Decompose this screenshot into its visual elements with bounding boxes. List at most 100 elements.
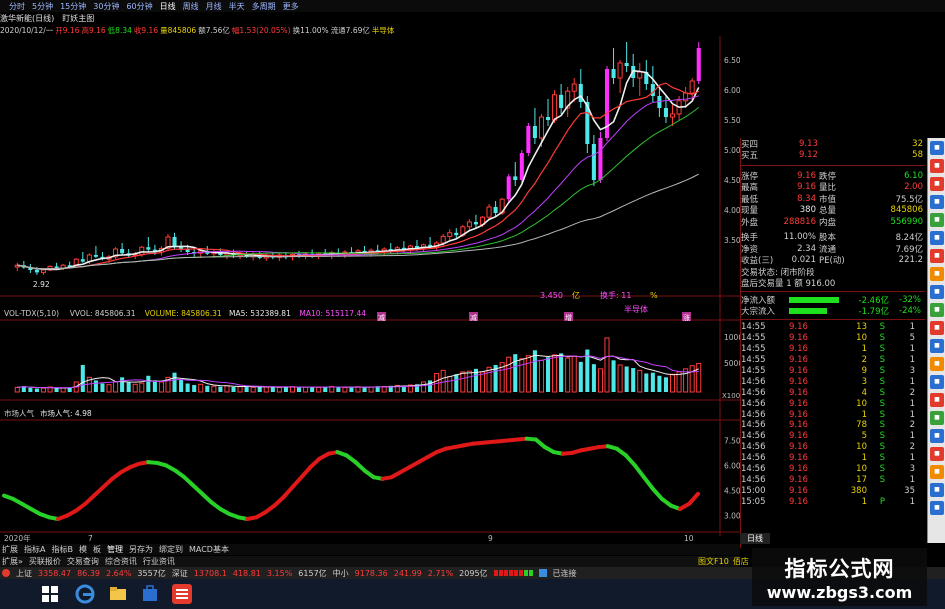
flow-row-1: 大宗流入 -1.79亿 -24% [741, 306, 925, 317]
trade-count: 2 [909, 442, 915, 453]
indicator-tab-5[interactable]: 管理 [107, 544, 123, 555]
export-icon[interactable]: ■ [930, 375, 944, 389]
indicator-tab-7[interactable]: 绑定到 [159, 544, 183, 555]
note-icon[interactable]: ■ [930, 465, 944, 479]
info-tab-0[interactable]: 扩展» [2, 556, 23, 567]
indicator-tab-0[interactable]: 扩展 [2, 544, 18, 555]
candle-body [669, 113, 676, 118]
volume-bar [368, 386, 374, 393]
info-tab-3[interactable]: 综合资讯 [105, 556, 137, 567]
search-icon[interactable]: ■ [930, 303, 944, 317]
info-field-4: 收9.16 [133, 26, 159, 35]
stat-label: 换手 [741, 233, 759, 244]
layers-icon[interactable]: ■ [930, 339, 944, 353]
sentiment-panel: 市场人气 市场人气: 4.98 [2, 408, 700, 521]
toolbar-item-9[interactable]: 半天 [229, 1, 245, 12]
list-icon[interactable]: ■ [930, 285, 944, 299]
volume-bar [276, 386, 282, 393]
more-icon[interactable]: ■ [930, 501, 944, 515]
watermark-url: www.zbgs3.com [766, 583, 913, 602]
ohlc-info-line: 2020/10/12/一 开9.16 高9.16 低8.34 收9.16 量845806 额… [0, 25, 740, 35]
trade-price: 9.16 [789, 453, 808, 464]
trade-dir: S [879, 387, 885, 398]
toolbar-item-8[interactable]: 月线 [206, 1, 222, 12]
volume-bar [14, 386, 20, 393]
toolbar-item-2[interactable]: 5分钟 [32, 1, 53, 12]
toolbar-item-3[interactable]: 15分钟 [60, 1, 86, 12]
sent-tick-0: 7.50 [724, 436, 740, 445]
window-icon[interactable]: ■ [930, 483, 944, 497]
candle-body [506, 176, 511, 200]
toolbar-item-7[interactable]: 周线 [183, 1, 199, 12]
divider [741, 291, 925, 292]
toolbar-item-4[interactable]: 30分钟 [93, 1, 119, 12]
trade-row-14: 14:56 9.16 17 S 1 [741, 474, 925, 485]
info-icon[interactable]: ■ [930, 447, 944, 461]
folder-icon[interactable] [108, 584, 128, 604]
star-icon[interactable]: ■ [930, 267, 944, 281]
flag-icon[interactable]: ■ [930, 249, 944, 263]
candle-body [689, 80, 695, 94]
settings-icon[interactable]: ■ [930, 393, 944, 407]
info-field-8: 换11.00% [292, 26, 329, 35]
volume-bar [192, 385, 197, 392]
stat-label-2: 总量 [819, 206, 837, 217]
volume-bar [349, 387, 354, 392]
grid-icon[interactable]: ■ [930, 195, 944, 209]
trade-row-6: 14:56 9.16 4 S 2 [741, 387, 925, 398]
sent-header-1: 市场人气: 4.98 [40, 408, 92, 418]
trade-time: 14:55 [741, 355, 766, 366]
candle-body [120, 249, 125, 254]
info-tab-1[interactable]: 买联报价 [29, 556, 61, 567]
price-tick-3: 5.00 [724, 146, 740, 155]
bottom-link-0[interactable]: 图文F10 [698, 556, 729, 567]
toolbar-item-5[interactable]: 60分钟 [126, 1, 152, 12]
edge-browser-icon[interactable] [75, 584, 95, 604]
indicator-tab-6[interactable]: 另存为 [129, 544, 153, 555]
toolbar-item-1[interactable]: 分时 [9, 1, 25, 12]
info-tab-4[interactable]: 行业资讯 [143, 556, 175, 567]
price-panel: 2.92 3.450 亿 换手: 11 %半导体减 减 增 涨 [14, 42, 701, 322]
trade-dir: S [879, 474, 885, 485]
help-icon[interactable]: ■ [930, 429, 944, 443]
chat-icon[interactable]: ■ [930, 213, 944, 227]
volume-bar [67, 387, 72, 392]
windows-start-icon[interactable] [40, 584, 60, 604]
bottom-link-1[interactable]: 佰店 [733, 556, 749, 567]
sentiment-segment [632, 463, 646, 480]
chart-icon[interactable]: ■ [930, 141, 944, 155]
toolbar-item-10[interactable]: 多周期 [252, 1, 276, 12]
indicator-tab-1[interactable]: 指标A [24, 544, 45, 555]
trade-count: 1 [909, 431, 915, 442]
toolbar-item-6[interactable]: 日线 [160, 1, 176, 12]
indicator-tab-2[interactable]: 指标B [51, 544, 73, 555]
link-icon[interactable]: ■ [930, 411, 944, 425]
vol-header-1: VVOL: 845806.31 [70, 309, 136, 318]
indicator-label[interactable]: 盯妖主图 [62, 13, 94, 24]
trade-dir: S [879, 376, 885, 387]
indicator-tabbar: 扩展 指标A 指标B 模板管理 另存为 绑定到 MACD基本 [0, 544, 740, 555]
news-icon[interactable]: ■ [930, 159, 944, 173]
volume-bar [257, 386, 262, 392]
volume-bar [40, 387, 47, 393]
stat-label: 收益(三) [741, 256, 774, 267]
volume-bar [310, 386, 315, 392]
alert-icon[interactable]: ■ [930, 177, 944, 191]
pin-icon[interactable]: ■ [930, 231, 944, 245]
toolbar-item-11[interactable]: 更多 [283, 1, 299, 12]
trading-app-icon[interactable] [172, 584, 192, 604]
sent-tick-2: 4.50 [724, 487, 740, 496]
indicator-tab-4[interactable]: 板 [93, 544, 101, 555]
right-period-tab[interactable]: 日线 [740, 533, 770, 544]
tool-icon[interactable]: ■ [930, 357, 944, 371]
index-field-2: 86.39 [77, 568, 100, 578]
info-tab-2[interactable]: 交易查询 [67, 556, 99, 567]
indicator-tab-3[interactable]: 模 [79, 544, 87, 555]
store-icon[interactable] [140, 584, 160, 604]
candle-body [172, 237, 177, 246]
bell-icon[interactable]: ■ [930, 321, 944, 335]
volume-bar [611, 360, 616, 392]
chart-canvas[interactable]: 2.92 3.450 亿 换手: 11 %半导体减 减 增 涨 VOL-TDX(5,10) VV… [0, 36, 740, 544]
indicator-tab-8[interactable]: MACD基本 [189, 544, 229, 555]
stat-row-5: 换手 11.00% 股本 8.24亿 [741, 232, 925, 244]
